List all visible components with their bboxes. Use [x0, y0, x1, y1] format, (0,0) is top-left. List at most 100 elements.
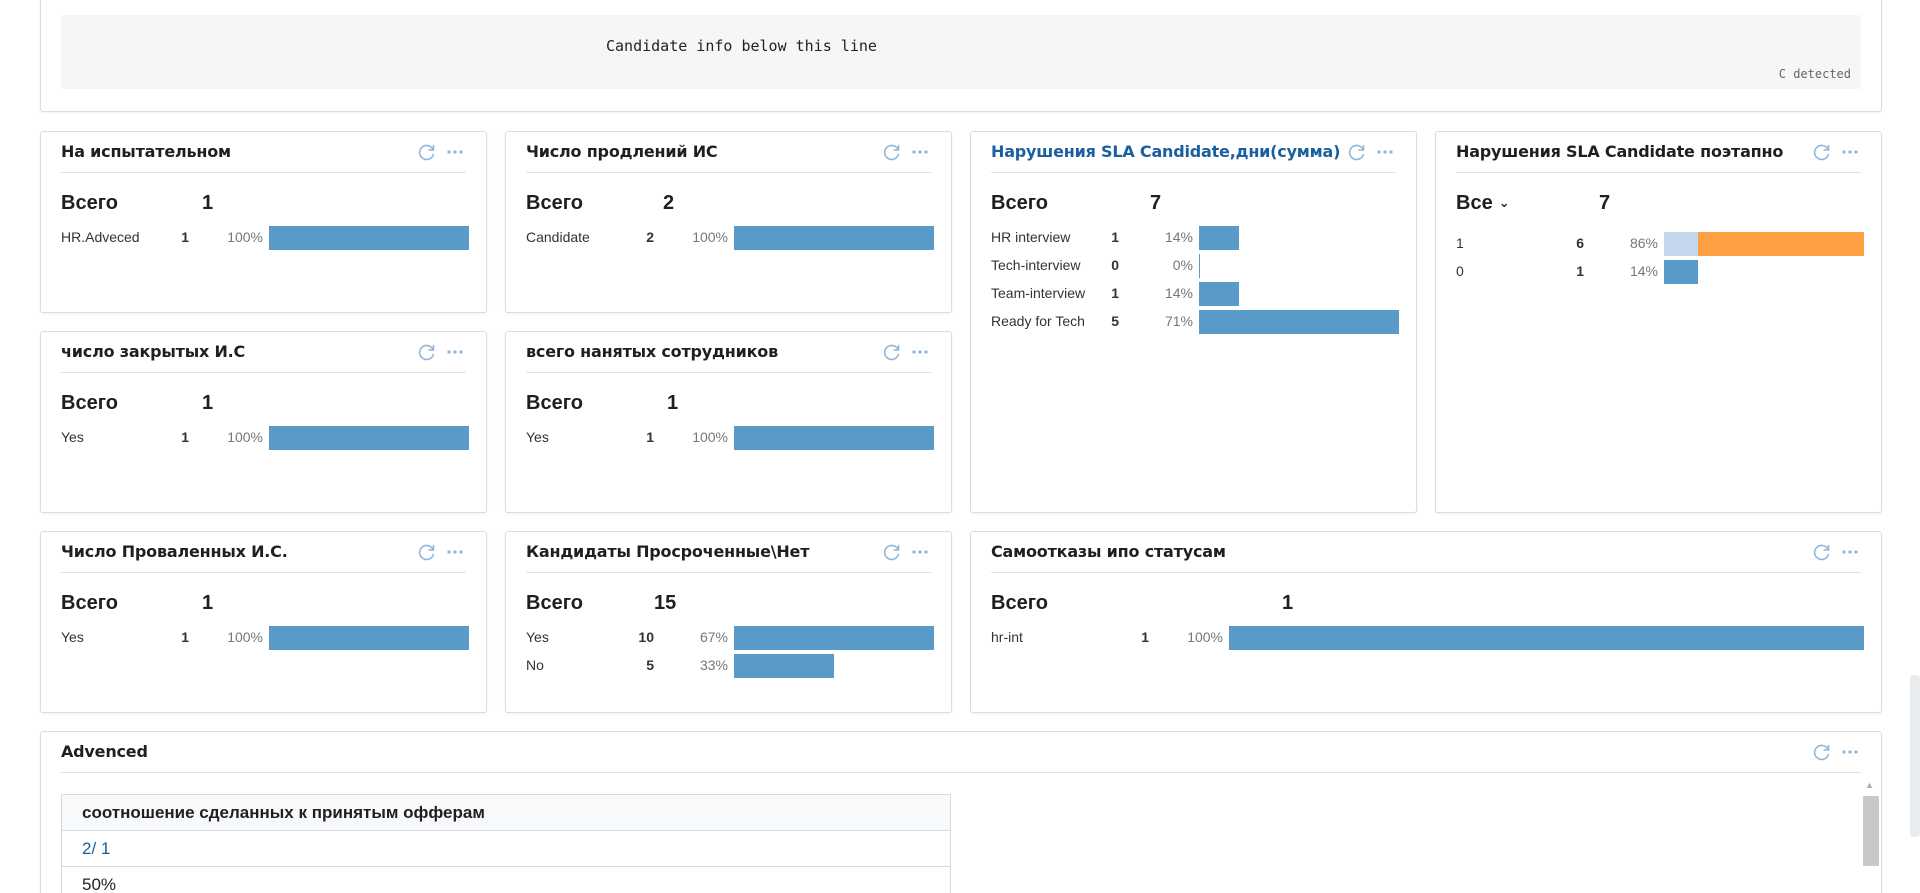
bar-row-percent: 67%: [699, 629, 728, 645]
more-dots-icon[interactable]: [444, 341, 466, 363]
bar-row-percent: 14%: [1629, 263, 1658, 279]
bar-row[interactable]: HR.Adveced 1 100%: [61, 226, 469, 254]
panel-header: Самоотказы ипо статусам: [991, 532, 1861, 573]
bar-track: [1199, 254, 1399, 278]
total-value: 7: [1150, 192, 1162, 214]
bar-fill: [734, 626, 934, 650]
bar-track: [1229, 626, 1864, 650]
table-header-cell: соотношение сделанных к принятым офферам: [61, 794, 951, 831]
more-dots-icon[interactable]: [909, 341, 931, 363]
bar-row[interactable]: HR interview 1 14%: [991, 226, 1396, 254]
bar-track: [1664, 232, 1864, 256]
bar-fill: [269, 226, 469, 250]
total-label: Всего: [61, 392, 118, 414]
bar-row[interactable]: Candidate 2 100%: [526, 226, 934, 254]
more-dots-icon[interactable]: [1374, 141, 1396, 163]
more-dots-icon[interactable]: [444, 541, 466, 563]
language-detected-badge: C detected: [1778, 67, 1851, 81]
page-scrollbar[interactable]: [1910, 675, 1920, 837]
bar-row[interactable]: 0 1 14%: [1456, 260, 1861, 288]
bar-list: Candidate 2 100%: [526, 226, 934, 254]
bar-row-count: 1: [181, 429, 189, 445]
bar-row[interactable]: Yes 1 100%: [526, 426, 934, 454]
code-block: Candidate info below this line C detecte…: [61, 15, 1861, 89]
refresh-icon[interactable]: [416, 541, 438, 563]
total-value: 1: [667, 392, 679, 414]
bar-fill-light: [1664, 232, 1698, 256]
bar-row-label: Yes: [61, 629, 84, 645]
panel-header: число закрытых И.С: [61, 332, 466, 373]
panel-actions: [1811, 741, 1861, 763]
panel-title-link[interactable]: Нарушения SLA Candidate,дни(сумма): [991, 142, 1340, 161]
refresh-icon[interactable]: [881, 341, 903, 363]
more-dots-icon[interactable]: [1839, 141, 1861, 163]
refresh-icon[interactable]: [881, 141, 903, 163]
panel-title: Число продлений ИС: [526, 142, 718, 161]
total-dropdown[interactable]: Все ⌄: [1456, 192, 1510, 215]
total-value: 15: [654, 592, 677, 614]
bar-track: [1199, 226, 1399, 250]
refresh-icon[interactable]: [416, 141, 438, 163]
bar-row[interactable]: Ready for Tech 5 71%: [991, 310, 1399, 338]
bar-row[interactable]: No 5 33%: [526, 654, 931, 682]
table-cell: 50%: [61, 866, 951, 893]
bar-row[interactable]: Team-interview 1 14%: [991, 282, 1396, 310]
refresh-icon[interactable]: [1811, 541, 1833, 563]
bar-fill: [269, 426, 469, 450]
bar-fill: [1199, 310, 1399, 334]
bar-row-count: 1: [1111, 229, 1119, 245]
refresh-icon[interactable]: [881, 541, 903, 563]
bar-row-count: 1: [181, 629, 189, 645]
panel-closed: число закрытых И.С Всего 1 Yes 1 100%: [40, 331, 487, 513]
panel-title: число закрытых И.С: [61, 342, 246, 361]
more-dots-icon[interactable]: [1839, 541, 1861, 563]
bar-list: Yes 1 100%: [61, 626, 469, 654]
bar-row-label: 0: [1456, 263, 1464, 279]
refresh-icon[interactable]: [416, 341, 438, 363]
refresh-icon[interactable]: [1811, 141, 1833, 163]
bar-track: [734, 626, 934, 650]
bar-row-percent: 14%: [1164, 285, 1193, 301]
bar-track: [1199, 282, 1399, 306]
panel-header: Число продлений ИС: [526, 132, 931, 173]
bar-list: HR.Adveced 1 100%: [61, 226, 469, 254]
more-dots-icon[interactable]: [909, 541, 931, 563]
bar-track: [1199, 310, 1399, 334]
bar-row-count: 6: [1576, 235, 1584, 251]
bar-row[interactable]: Yes 10 67%: [526, 626, 934, 654]
more-dots-icon[interactable]: [1839, 741, 1861, 763]
panel-header: Нарушения SLA Candidate,дни(сумма): [991, 132, 1396, 173]
total-label: Всего: [526, 192, 583, 214]
panel-header: всего нанятых сотрудников: [526, 332, 931, 373]
bar-row[interactable]: Tech-interview 0 0%: [991, 254, 1396, 282]
more-dots-icon[interactable]: [909, 141, 931, 163]
panel-actions: [416, 341, 466, 363]
bar-fill: [1199, 226, 1239, 250]
bar-row-count: 5: [1111, 313, 1119, 329]
scroll-up-icon[interactable]: ▲: [1865, 780, 1874, 790]
bar-track: [269, 626, 469, 650]
refresh-icon[interactable]: [1346, 141, 1368, 163]
more-dots-icon[interactable]: [444, 141, 466, 163]
bar-row[interactable]: Yes 1 100%: [61, 426, 469, 454]
bar-row[interactable]: 1 6 86%: [1456, 232, 1864, 260]
bar-row[interactable]: Yes 1 100%: [61, 626, 469, 654]
panel-actions: [1346, 141, 1396, 163]
panel-scrollbar[interactable]: ▲: [1861, 778, 1879, 893]
bar-row-label: Team-interview: [991, 285, 1086, 301]
panel-hired: всего нанятых сотрудников Всего 1 Yes 1 10…: [505, 331, 952, 513]
total-label: Всего: [991, 592, 1048, 614]
refresh-icon[interactable]: [1811, 741, 1833, 763]
bar-list: hr-int 1 100%: [991, 626, 1864, 654]
bar-row-count: 1: [1576, 263, 1584, 279]
bar-row-label: HR.Adveced: [61, 229, 140, 245]
panel-actions: [881, 341, 931, 363]
table-cell-link[interactable]: 2/ 1: [61, 830, 951, 867]
bar-list: Yes 1 100%: [526, 426, 934, 454]
total-value: 1: [202, 392, 214, 414]
bar-track: [734, 654, 934, 678]
panel-actions: [881, 141, 931, 163]
bar-row-count: 5: [646, 657, 654, 673]
scrollbar-thumb[interactable]: [1863, 796, 1879, 866]
bar-row[interactable]: hr-int 1 100%: [991, 626, 1864, 654]
